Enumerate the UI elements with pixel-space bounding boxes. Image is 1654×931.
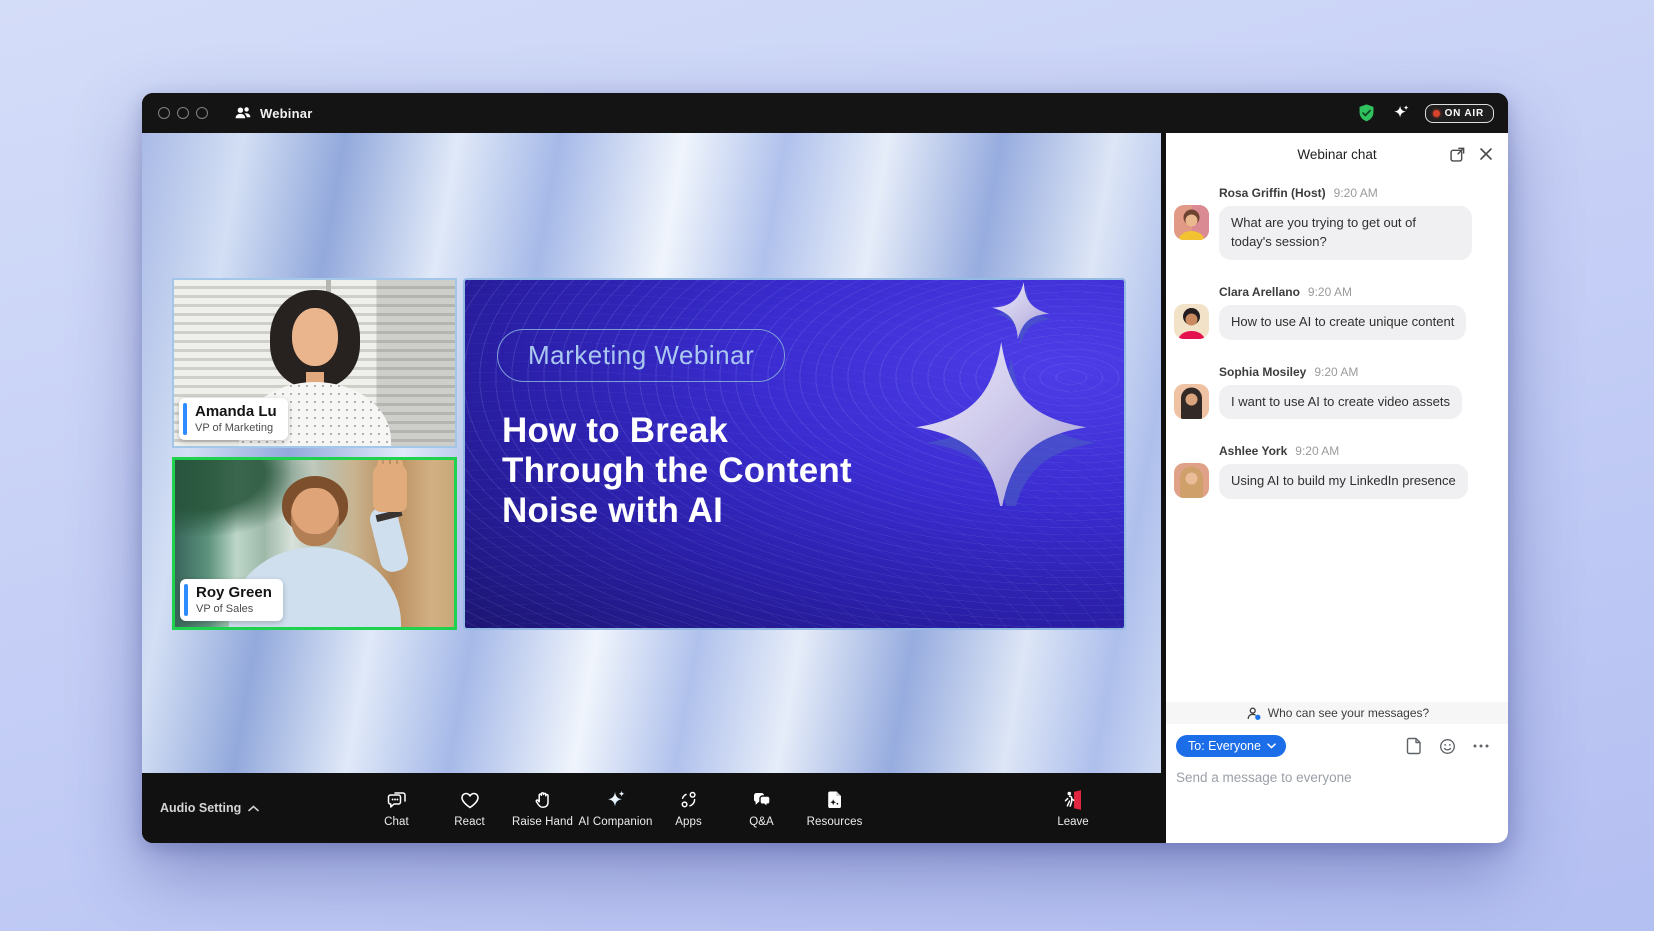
titlebar-status-area: ON AIR [1356,103,1494,124]
who-can-see-messages-bar[interactable]: Who can see your messages? [1166,702,1508,724]
message-time: 9:20 AM [1334,186,1378,200]
raised-hand-icon [531,788,555,812]
slide-title: How to Break Through the Content Noise w… [502,411,852,531]
window-title: Webinar [260,106,312,121]
desktop-background: Webinar ON AIR [0,0,1654,931]
sparkle-icon[interactable] [1391,103,1411,123]
slide-eyebrow-text: Marketing Webinar [528,340,754,371]
chat-message: Clara Arellano 9:20 AM How to use AI to c… [1174,285,1492,340]
avatar-rosa-griffin [1174,205,1209,240]
message-bubble: What are you trying to get out of today'… [1219,206,1472,260]
avatar-sophia-mosiley [1174,384,1209,419]
security-shield-icon[interactable] [1356,103,1377,124]
message-meta: Sophia Mosiley 9:20 AM [1219,365,1462,379]
person-visibility-icon [1245,705,1262,721]
message-bubble: Using AI to build my LinkedIn presence [1219,464,1468,499]
raise-hand-button[interactable]: Raise Hand [506,773,579,843]
webinar-window: Webinar ON AIR [142,93,1508,843]
slide-3d-stars-decoration [864,278,1114,506]
chat-composer: To: Everyone [1166,724,1508,843]
leave-label: Leave [1057,816,1088,828]
message-time: 9:20 AM [1295,444,1339,458]
message-time: 9:20 AM [1308,285,1352,299]
app-identity: Webinar [234,105,312,121]
message-author: Clara Arellano [1219,285,1300,299]
qa-bubbles-icon [750,788,774,812]
privacy-notice-text: Who can see your messages? [1268,706,1429,720]
chat-header: Webinar chat [1166,133,1508,175]
message-author: Sophia Mosiley [1219,365,1306,379]
heart-icon [458,788,482,812]
speaker-name: Amanda Lu [191,403,277,421]
chat-bubble-icon [385,788,409,812]
chat-message: Ashlee York 9:20 AM Using AI to build my … [1174,444,1492,499]
video-tile-roy-active-speaker[interactable]: Roy Green VP of Sales [172,457,457,630]
message-meta: Rosa Griffin (Host) 9:20 AM [1219,186,1472,200]
on-air-label: ON AIR [1445,108,1484,119]
window-minimize-button[interactable] [177,107,189,119]
message-author: Ashlee York [1219,444,1287,458]
message-bubble: I want to use AI to create video assets [1219,385,1462,420]
audio-setting-button[interactable]: Audio Setting [160,773,259,843]
name-tag-amanda: Amanda Lu VP of Marketing [179,398,288,440]
message-bubble: How to use AI to create unique content [1219,305,1466,340]
chat-header-title: Webinar chat [1297,147,1376,162]
chevron-down-icon [1267,743,1276,749]
audio-setting-label: Audio Setting [160,801,241,815]
on-air-dot [1433,110,1440,117]
pop-out-icon[interactable] [1449,146,1466,163]
apps-icon [677,788,701,812]
leave-button[interactable]: Leave [1040,773,1106,843]
recipient-selector[interactable]: To: Everyone [1176,735,1286,757]
speaker-role: VP of Marketing [191,421,277,435]
message-time: 9:20 AM [1314,365,1358,379]
window-titlebar: Webinar ON AIR [142,93,1508,133]
emoji-icon[interactable] [1439,738,1456,755]
recipient-label: To: Everyone [1188,739,1261,753]
qa-button[interactable]: Q&A [725,773,798,843]
name-tag-roy: Roy Green VP of Sales [180,579,283,621]
react-button[interactable]: React [433,773,506,843]
slide-eyebrow-pill: Marketing Webinar [497,329,785,382]
window-controls [158,107,208,119]
chat-button[interactable]: Chat [360,773,433,843]
avatar-clara-arellano [1174,304,1209,339]
leave-door-icon [1061,788,1085,812]
message-meta: Clara Arellano 9:20 AM [1219,285,1466,299]
attach-file-icon[interactable] [1406,737,1422,755]
on-air-badge: ON AIR [1425,104,1494,123]
video-tile-amanda[interactable]: Amanda Lu VP of Marketing [172,278,457,448]
window-content: Amanda Lu VP of Marketing [142,133,1508,843]
shared-slide: Marketing Webinar How to Break Through t… [463,278,1126,630]
participants-icon [234,105,252,121]
meeting-canvas: Amanda Lu VP of Marketing [142,133,1166,843]
more-options-icon[interactable] [1473,744,1489,748]
resources-button[interactable]: Resources [798,773,871,843]
chat-message-list[interactable]: Rosa Griffin (Host) 9:20 AM What are you … [1166,177,1508,702]
webinar-chat-panel: Webinar chat [1166,133,1508,843]
message-input[interactable] [1176,770,1494,785]
chevron-up-icon [248,805,259,812]
chat-message: Rosa Griffin (Host) 9:20 AM What are you … [1174,186,1492,260]
close-icon[interactable] [1479,147,1493,161]
toolbar-center-buttons: Chat React Raise Hand [360,773,871,843]
meeting-toolbar: Audio Setting Chat [142,773,1166,843]
apps-button[interactable]: Apps [652,773,725,843]
ai-sparkle-icon [604,788,628,812]
window-zoom-button[interactable] [196,107,208,119]
window-close-button[interactable] [158,107,170,119]
message-author: Rosa Griffin (Host) [1219,186,1326,200]
video-stage: Amanda Lu VP of Marketing [142,133,1161,773]
chat-message: Sophia Mosiley 9:20 AM I want to use AI t… [1174,365,1492,420]
speaker-role: VP of Sales [192,602,272,616]
ai-companion-button[interactable]: AI Companion [579,773,652,843]
resources-doc-icon [823,788,847,812]
avatar-ashlee-york [1174,463,1209,498]
speaker-name: Roy Green [192,584,272,602]
message-meta: Ashlee York 9:20 AM [1219,444,1468,458]
